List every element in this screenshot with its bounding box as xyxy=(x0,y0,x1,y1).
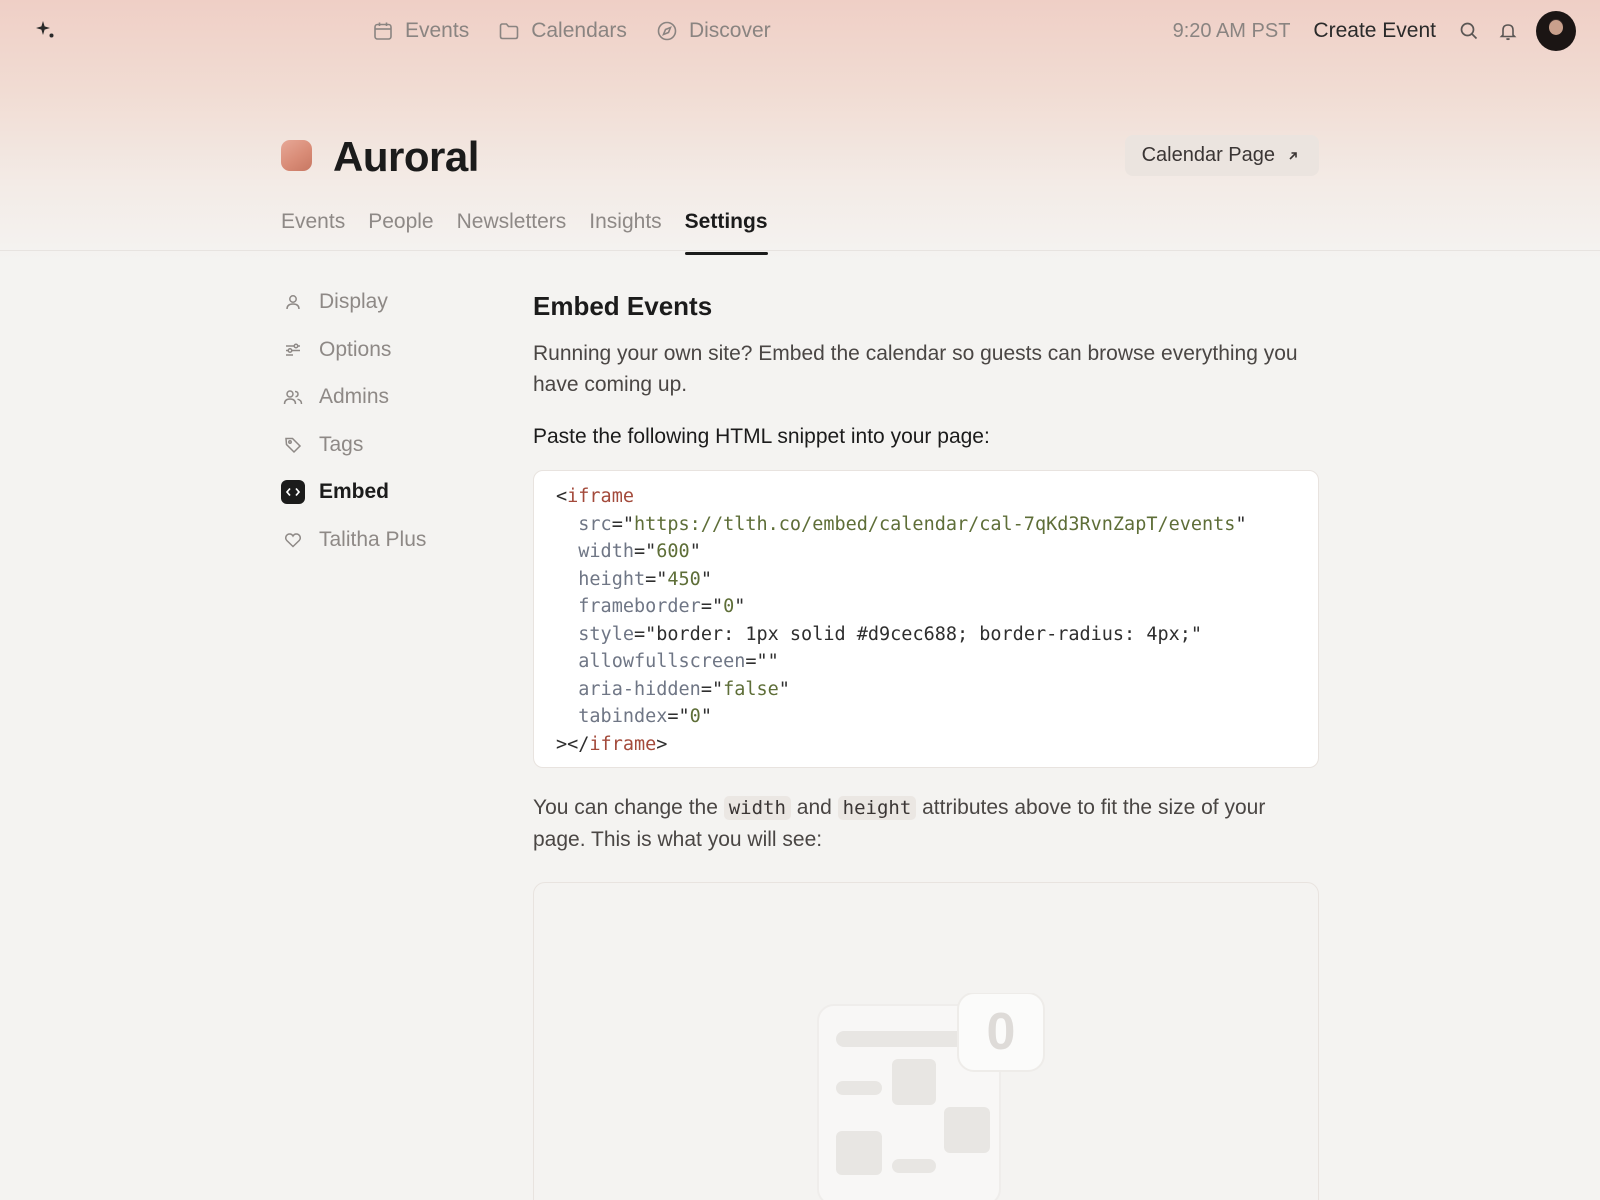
sidebar-item-label: Admins xyxy=(319,385,390,408)
sidebar-item-label: Display xyxy=(319,290,388,313)
section-title: Embed Events xyxy=(533,291,713,321)
nav-calendars-label: Calendars xyxy=(531,19,627,42)
preview-count: 0 xyxy=(987,1003,1016,1061)
empty-calendar-illustration: 0 xyxy=(817,993,1045,1200)
notifications-button[interactable] xyxy=(1497,20,1519,42)
sidebar-item-label: Tags xyxy=(319,432,364,456)
sidebar-item-options[interactable]: Options xyxy=(281,338,501,362)
calendar-icon xyxy=(374,22,392,40)
sidebar-item-label: Embed xyxy=(319,480,390,503)
code-line-attr: allowfullscreen="" xyxy=(578,651,779,672)
nav-events[interactable]: Events xyxy=(372,19,469,43)
sidebar-item-label: Talitha Plus xyxy=(319,527,427,551)
nav-calendars[interactable]: Calendars xyxy=(498,19,627,43)
tab-settings[interactable]: Settings xyxy=(684,210,768,255)
inline-code-height: height xyxy=(837,796,917,820)
calendar-avatar-icon xyxy=(281,140,312,171)
code-line-attr: frameborder="0" xyxy=(578,596,746,617)
calendar-page-button[interactable]: Calendar Page xyxy=(1124,135,1319,176)
code-line-attr: height="450" xyxy=(578,568,712,590)
sidebar-item-tags[interactable]: Tags xyxy=(281,433,501,457)
inline-code-width: width xyxy=(723,796,791,820)
calendar-header: Auroral Calendar Page xyxy=(281,132,1319,192)
nav-right: 9:20 AM PST Create Event xyxy=(1173,0,1576,62)
code-line-attr: src="https://tlth.co/embed/calendar/cal-… xyxy=(578,513,1247,535)
bell-icon xyxy=(1499,24,1517,41)
tab-newsletters[interactable]: Newsletters xyxy=(457,210,567,252)
sparkle-logo-icon[interactable] xyxy=(36,20,56,40)
code-line-attr: aria-hidden="false" xyxy=(578,678,790,700)
nav-discover[interactable]: Discover xyxy=(656,19,771,43)
intro-text: Running your own site? Embed the calenda… xyxy=(533,342,1298,396)
search-button[interactable] xyxy=(1458,20,1480,42)
user-avatar[interactable] xyxy=(1536,11,1576,51)
embed-code-snippet[interactable]: <iframe src="https://tlth.co/embed/calen… xyxy=(533,470,1319,768)
embed-settings-panel: Embed Events Running your own site? Embe… xyxy=(533,290,1319,1200)
code-line-close: ></iframe> xyxy=(556,733,668,755)
tab-events[interactable]: Events xyxy=(281,210,345,252)
sidebar-item-admins[interactable]: Admins xyxy=(281,385,501,409)
nav-discover-label: Discover xyxy=(688,19,771,42)
person-icon xyxy=(286,295,300,310)
settings-sidebar: Display Options Admins Tags Embed Talith… xyxy=(281,290,501,575)
size-hint-text: You can change the width and height attr… xyxy=(533,796,1266,851)
create-event-button[interactable]: Create Event xyxy=(1313,19,1436,43)
calendar-title: Auroral xyxy=(333,133,479,180)
tabs-divider xyxy=(0,250,1600,251)
sidebar-item-embed[interactable]: Embed xyxy=(281,480,501,504)
tab-insights[interactable]: Insights xyxy=(589,210,661,252)
sidebar-item-talitha-plus[interactable]: Talitha Plus xyxy=(281,528,501,552)
sidebar-item-display[interactable]: Display xyxy=(281,290,501,314)
search-icon xyxy=(1460,22,1478,40)
calendar-page-label: Calendar Page xyxy=(1141,144,1275,166)
code-line-attr: style="border: 1px solid #d9cec688; bord… xyxy=(578,623,1203,645)
code-line-attr: width="600" xyxy=(578,541,701,562)
tab-people[interactable]: People xyxy=(368,210,433,252)
code-icon xyxy=(281,480,305,504)
nav-links: Events Calendars Discover xyxy=(372,0,771,62)
heart-icon xyxy=(284,532,302,548)
tag-icon xyxy=(285,437,302,453)
nav-events-label: Events xyxy=(405,19,470,42)
sliders-icon xyxy=(286,342,300,356)
users-icon xyxy=(283,390,303,405)
code-line-open: <iframe xyxy=(556,486,634,507)
embed-preview: 0 xyxy=(533,882,1319,1200)
folder-icon xyxy=(499,23,519,40)
calendar-tabs: Events People Newsletters Insights Setti… xyxy=(281,210,768,255)
arrow-up-right-icon xyxy=(1289,151,1297,160)
snippet-instruction: Paste the following HTML snippet into yo… xyxy=(533,425,990,448)
code-line-attr: tabindex="0" xyxy=(578,706,712,727)
sidebar-item-label: Options xyxy=(319,337,392,361)
current-time: 9:20 AM PST xyxy=(1172,19,1291,42)
compass-icon xyxy=(657,21,677,41)
top-nav: Events Calendars Discover 9:20 AM PST Cr… xyxy=(0,0,1600,62)
